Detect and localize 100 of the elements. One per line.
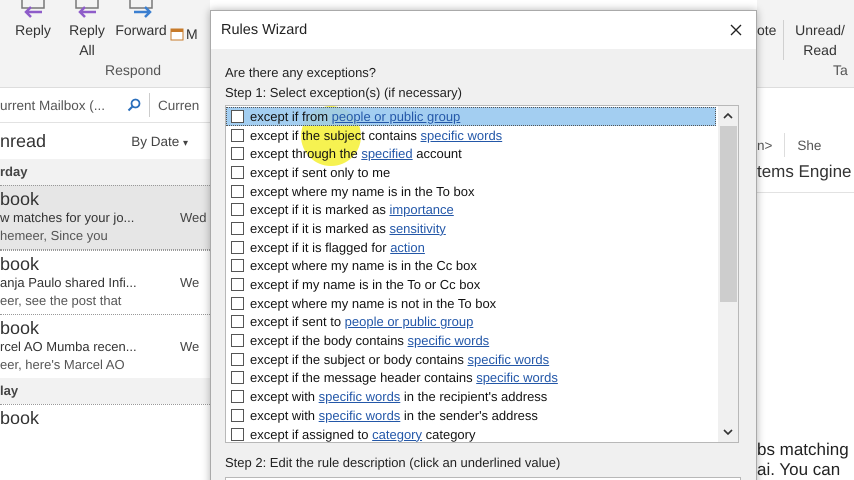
exception-item[interactable]: except if it is marked as importance <box>226 200 716 220</box>
checkbox[interactable] <box>231 222 244 235</box>
value-link[interactable]: specified <box>361 146 413 162</box>
value-link[interactable]: specific words <box>476 370 558 386</box>
mail-subject: anja Paulo shared Infi... <box>0 275 137 290</box>
value-link[interactable]: sensitivity <box>389 220 446 236</box>
step-label: Step 1: Select exception(s) (if necessary) <box>225 84 463 102</box>
checkbox[interactable] <box>231 184 244 198</box>
exception-text: except if the message header contains specific words <box>250 370 558 386</box>
checkbox[interactable] <box>231 352 244 366</box>
mail-subject: rcel AO Mumba recen... <box>0 339 137 354</box>
exception-text: except if the subject or body contains specific words <box>250 352 550 367</box>
exception-item[interactable]: except if the subject or body contains specific words <box>226 350 716 369</box>
checkbox[interactable] <box>231 296 244 310</box>
checkbox[interactable] <box>231 128 244 142</box>
search-field[interactable]: urrent Mailbox (... <box>0 93 150 117</box>
checkbox[interactable] <box>231 334 244 348</box>
checkbox[interactable] <box>231 147 244 160</box>
exception-text: except if assigned to category category <box>250 426 476 442</box>
exception-item[interactable]: except if it is flagged for action <box>226 238 716 256</box>
value-link[interactable]: category <box>372 426 422 442</box>
ribbon-button[interactable]: Reply All <box>62 0 112 60</box>
mail-sender: book <box>0 253 40 275</box>
ribbon-button[interactable]: ote <box>757 20 784 40</box>
value-link[interactable]: action <box>390 240 425 255</box>
exception-item[interactable]: except if sent only to me <box>226 163 716 182</box>
exception-item[interactable]: except if the body contains specific words <box>226 331 716 350</box>
exception-item[interactable]: except if sent to people or public group <box>226 312 716 332</box>
checkbox[interactable] <box>231 408 244 422</box>
exception-item[interactable]: except where my name is not in the To box <box>226 294 716 313</box>
ribbon-group-label: Ta <box>833 62 849 78</box>
mail-sender: book <box>0 407 40 429</box>
checkbox[interactable] <box>231 371 244 384</box>
checkbox[interactable] <box>231 390 244 404</box>
checkbox[interactable] <box>231 428 244 441</box>
exception-item[interactable]: except with specific words in the sender's address <box>226 406 716 425</box>
question-text: Are there any exceptions? <box>225 64 378 82</box>
value-link[interactable]: importance <box>389 202 454 218</box>
search-icon[interactable] <box>127 98 141 112</box>
scroll-up-icon[interactable] <box>723 113 733 119</box>
exception-text: except if the body contains specific words <box>250 333 490 348</box>
mail-preview: eer, here's Marcel AO <box>0 357 126 372</box>
scrollbar-thumb[interactable] <box>720 126 736 302</box>
exception-text: except where my name is not in the To box <box>250 296 496 311</box>
sort-dropdown[interactable]: By Date ▾ <box>131 134 188 148</box>
exception-text: except with specific words in the sender's address <box>250 408 538 423</box>
ribbon-button[interactable]: Reply <box>8 0 58 40</box>
filter-tab[interactable]: nread <box>0 130 46 152</box>
ribbon-button[interactable]: Forward <box>116 0 166 40</box>
date-group-header: lay <box>0 378 210 404</box>
checkbox[interactable] <box>231 110 244 123</box>
step-label: Step 2: Edit the rule description (click an underlined value) <box>225 454 562 472</box>
checkbox[interactable] <box>231 315 244 328</box>
exception-item[interactable]: except where my name is in the Cc box <box>226 256 716 276</box>
exception-item[interactable]: except if from people or public group <box>226 107 716 126</box>
action-text: She <box>797 138 822 152</box>
exception-text: except if my name is in the To or Cc box <box>250 277 480 292</box>
exception-text: except if sent only to me <box>250 164 390 180</box>
checkbox[interactable] <box>231 240 244 254</box>
ribbon-group-label: Respond <box>105 62 162 78</box>
recipient-text: n> <box>757 138 772 152</box>
mail-date: We <box>180 275 200 290</box>
exception-item[interactable]: except if assigned to category category <box>226 424 716 444</box>
value-link[interactable]: people or public group <box>344 314 474 330</box>
value-link[interactable]: specific words <box>408 333 490 348</box>
exception-text: except where my name is in the Cc box <box>250 258 477 274</box>
value-link[interactable]: people or public group <box>332 108 460 124</box>
mail-date: We <box>180 339 200 354</box>
ribbon-button[interactable]: Unread/ Read <box>783 20 854 60</box>
message-text: ai. You can <box>757 460 842 480</box>
exception-item[interactable]: except where my name is in the To box <box>226 182 716 200</box>
mail-date: Wed <box>180 210 208 225</box>
close-icon <box>730 24 742 36</box>
checkbox[interactable] <box>231 278 244 292</box>
scroll-down-icon[interactable] <box>723 429 733 435</box>
checkbox[interactable] <box>231 259 244 272</box>
mail-item[interactable]: book w matches for your jo... Wed hemeer, Since you <box>0 185 210 250</box>
exception-item[interactable]: except if my name is in the To or Cc box <box>226 275 716 294</box>
value-link[interactable]: specific words <box>318 389 400 404</box>
mail-preview: hemeer, Since you <box>0 228 109 243</box>
exception-text: except if it is flagged for action <box>250 240 425 255</box>
value-link[interactable]: specific words <box>420 128 502 143</box>
exception-text: except if it is marked as sensitivity <box>250 220 446 236</box>
scrollbar[interactable] <box>718 106 738 442</box>
exception-text: except if it is marked as importance <box>250 202 454 218</box>
mail-sender: book <box>0 188 40 210</box>
window-title: Rules Wizard <box>221 22 308 38</box>
ribbon-button[interactable]: M <box>170 24 198 44</box>
checkbox[interactable] <box>231 203 244 216</box>
mail-preview: eer, see the post that <box>0 293 122 308</box>
mail-subject: w matches for your jo... <box>0 210 134 225</box>
value-link[interactable]: specific words <box>468 352 550 367</box>
exception-item[interactable]: except with specific words in the recipient's address <box>226 387 716 406</box>
mail-sender: book <box>0 317 40 339</box>
checkbox[interactable] <box>231 166 244 179</box>
value-link[interactable]: specific words <box>318 408 400 423</box>
search-scope-dropdown[interactable]: Curren <box>150 98 200 112</box>
exception-item[interactable]: except if the message header contains specific words <box>226 368 716 388</box>
exception-item[interactable]: except if it is marked as sensitivity <box>226 219 716 238</box>
exception-text: except where my name is in the To box <box>250 184 474 199</box>
